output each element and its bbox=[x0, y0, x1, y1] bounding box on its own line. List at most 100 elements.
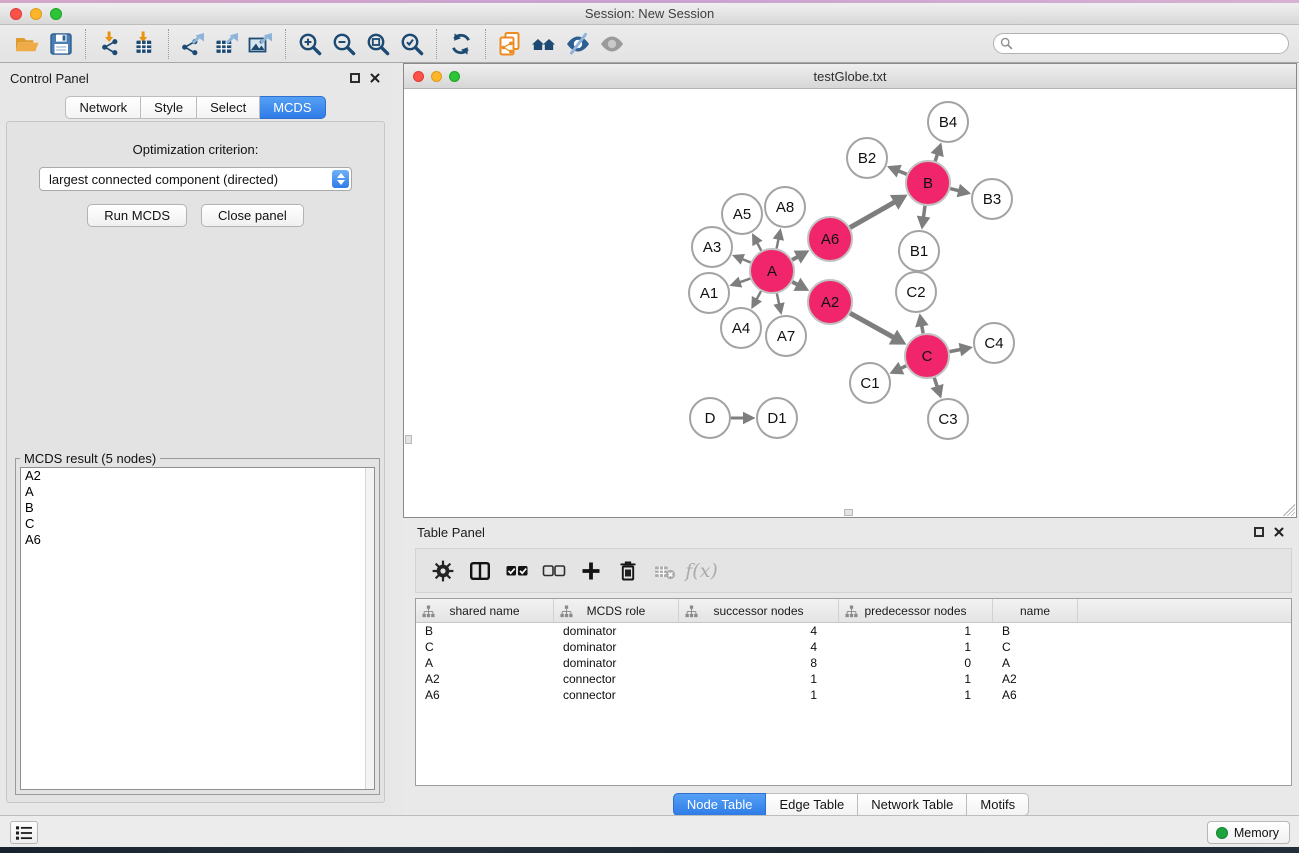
close-panel-icon[interactable] bbox=[369, 72, 381, 84]
open-file-icon[interactable] bbox=[10, 29, 44, 59]
cell-MCDS-role[interactable]: dominator bbox=[554, 623, 679, 639]
cell-predecessor-nodes[interactable]: 1 bbox=[839, 687, 993, 703]
minimize-window-button[interactable] bbox=[30, 8, 42, 20]
mcds-result-item[interactable]: A2 bbox=[21, 468, 374, 484]
canvas-grip-left[interactable] bbox=[405, 435, 412, 444]
hide-panel-icon[interactable] bbox=[561, 29, 595, 59]
tab-network-table[interactable]: Network Table bbox=[858, 793, 967, 816]
export-image-icon[interactable] bbox=[244, 29, 278, 59]
show-columns-icon[interactable] bbox=[461, 554, 498, 588]
cell-shared-name[interactable]: A6 bbox=[416, 687, 554, 703]
import-table-icon[interactable] bbox=[127, 29, 161, 59]
mcds-result-list[interactable]: A2ABCA6 bbox=[20, 467, 375, 790]
zoom-out-icon[interactable] bbox=[327, 29, 361, 59]
column-header-shared-name[interactable]: shared name bbox=[416, 599, 554, 622]
cell-MCDS-role[interactable]: dominator bbox=[554, 639, 679, 655]
cell-MCDS-role[interactable]: connector bbox=[554, 671, 679, 687]
cell-predecessor-nodes[interactable]: 1 bbox=[839, 623, 993, 639]
cell-name[interactable]: C bbox=[993, 639, 1078, 655]
network-canvas[interactable]: B4B2BB3A8A5A6A3B1AC2A1A2A4A7C4CC1DD1C3 bbox=[404, 89, 1296, 517]
cell-shared-name[interactable]: A2 bbox=[416, 671, 554, 687]
cell-shared-name[interactable]: A bbox=[416, 655, 554, 671]
deselect-all-rows-icon[interactable] bbox=[535, 554, 572, 588]
network-graph: B4B2BB3A8A5A6A3B1AC2A1A2A4A7C4CC1DD1C3 bbox=[404, 89, 1296, 517]
tab-style[interactable]: Style bbox=[141, 96, 197, 119]
cell-successor-nodes[interactable]: 4 bbox=[679, 639, 839, 655]
task-history-button[interactable] bbox=[10, 821, 38, 844]
table-row[interactable]: Adominator80A bbox=[416, 655, 1291, 671]
mcds-result-item[interactable]: A6 bbox=[21, 532, 374, 548]
cell-predecessor-nodes[interactable]: 1 bbox=[839, 639, 993, 655]
cell-name[interactable]: B bbox=[993, 623, 1078, 639]
network-close-button[interactable] bbox=[413, 71, 424, 82]
table-row[interactable]: Cdominator41C bbox=[416, 639, 1291, 655]
close-table-panel-icon[interactable] bbox=[1273, 526, 1285, 538]
window-controls[interactable] bbox=[10, 3, 62, 25]
add-column-icon[interactable] bbox=[572, 554, 609, 588]
column-header-name[interactable]: name bbox=[993, 599, 1078, 622]
network-window-titlebar[interactable]: testGlobe.txt bbox=[404, 64, 1296, 89]
svg-text:C2: C2 bbox=[906, 284, 925, 301]
tab-mcds[interactable]: MCDS bbox=[260, 96, 325, 119]
toolbar-separator bbox=[285, 29, 286, 59]
close-panel-button[interactable]: Close panel bbox=[201, 204, 304, 227]
table-row[interactable]: Bdominator41B bbox=[416, 623, 1291, 639]
column-header-predecessor-nodes[interactable]: predecessor nodes bbox=[839, 599, 993, 622]
table-row[interactable]: A6connector11A6 bbox=[416, 687, 1291, 703]
export-table-icon[interactable] bbox=[210, 29, 244, 59]
tab-select[interactable]: Select bbox=[197, 96, 260, 119]
cell-predecessor-nodes[interactable]: 0 bbox=[839, 655, 993, 671]
tab-motifs[interactable]: Motifs bbox=[967, 793, 1029, 816]
cell-MCDS-role[interactable]: connector bbox=[554, 687, 679, 703]
svg-text:B1: B1 bbox=[910, 243, 928, 260]
cell-shared-name[interactable]: C bbox=[416, 639, 554, 655]
cell-predecessor-nodes[interactable]: 1 bbox=[839, 671, 993, 687]
search-input[interactable] bbox=[993, 33, 1289, 54]
float-table-panel-icon[interactable] bbox=[1254, 527, 1264, 537]
mcds-result-item[interactable]: A bbox=[21, 484, 374, 500]
result-scrollbar[interactable] bbox=[365, 468, 374, 789]
save-session-icon[interactable] bbox=[44, 29, 78, 59]
home-icon[interactable] bbox=[527, 29, 561, 59]
svg-text:A4: A4 bbox=[732, 320, 750, 337]
column-header-MCDS-role[interactable]: MCDS role bbox=[554, 599, 679, 622]
toolbar-separator bbox=[85, 29, 86, 59]
cell-shared-name[interactable]: B bbox=[416, 623, 554, 639]
cell-successor-nodes[interactable]: 1 bbox=[679, 671, 839, 687]
close-window-button[interactable] bbox=[10, 8, 22, 20]
export-network-icon[interactable] bbox=[176, 29, 210, 59]
mcds-result-item[interactable]: B bbox=[21, 500, 374, 516]
cell-name[interactable]: A6 bbox=[993, 687, 1078, 703]
tab-edge-table[interactable]: Edge Table bbox=[766, 793, 858, 816]
criterion-select[interactable]: largest connected component (directed) bbox=[39, 167, 352, 191]
float-panel-icon[interactable] bbox=[350, 73, 360, 83]
delete-column-icon[interactable] bbox=[609, 554, 646, 588]
column-header-successor-nodes[interactable]: successor nodes bbox=[679, 599, 839, 622]
tab-network[interactable]: Network bbox=[65, 96, 141, 119]
run-mcds-button[interactable]: Run MCDS bbox=[87, 204, 187, 227]
table-row[interactable]: A2connector11A2 bbox=[416, 671, 1291, 687]
cell-successor-nodes[interactable]: 4 bbox=[679, 623, 839, 639]
network-zoom-button[interactable] bbox=[449, 71, 460, 82]
tab-node-table[interactable]: Node Table bbox=[673, 793, 767, 816]
mcds-result-item[interactable]: C bbox=[21, 516, 374, 532]
copy-network-icon[interactable] bbox=[493, 29, 527, 59]
cell-name[interactable]: A2 bbox=[993, 671, 1078, 687]
cell-successor-nodes[interactable]: 8 bbox=[679, 655, 839, 671]
refresh-icon[interactable] bbox=[444, 29, 478, 59]
zoom-window-button[interactable] bbox=[50, 8, 62, 20]
zoom-fit-icon[interactable] bbox=[361, 29, 395, 59]
zoom-in-icon[interactable] bbox=[293, 29, 327, 59]
import-network-icon[interactable] bbox=[93, 29, 127, 59]
cell-name[interactable]: A bbox=[993, 655, 1078, 671]
show-panel-icon[interactable] bbox=[595, 29, 629, 59]
cell-successor-nodes[interactable]: 1 bbox=[679, 687, 839, 703]
table-mode-gear-icon[interactable] bbox=[424, 554, 461, 588]
network-minimize-button[interactable] bbox=[431, 71, 442, 82]
zoom-selected-icon[interactable] bbox=[395, 29, 429, 59]
cell-MCDS-role[interactable]: dominator bbox=[554, 655, 679, 671]
canvas-resize-grip[interactable] bbox=[1279, 500, 1295, 516]
canvas-grip-bottom[interactable] bbox=[844, 509, 853, 516]
select-all-rows-icon[interactable] bbox=[498, 554, 535, 588]
memory-button[interactable]: Memory bbox=[1207, 821, 1290, 844]
